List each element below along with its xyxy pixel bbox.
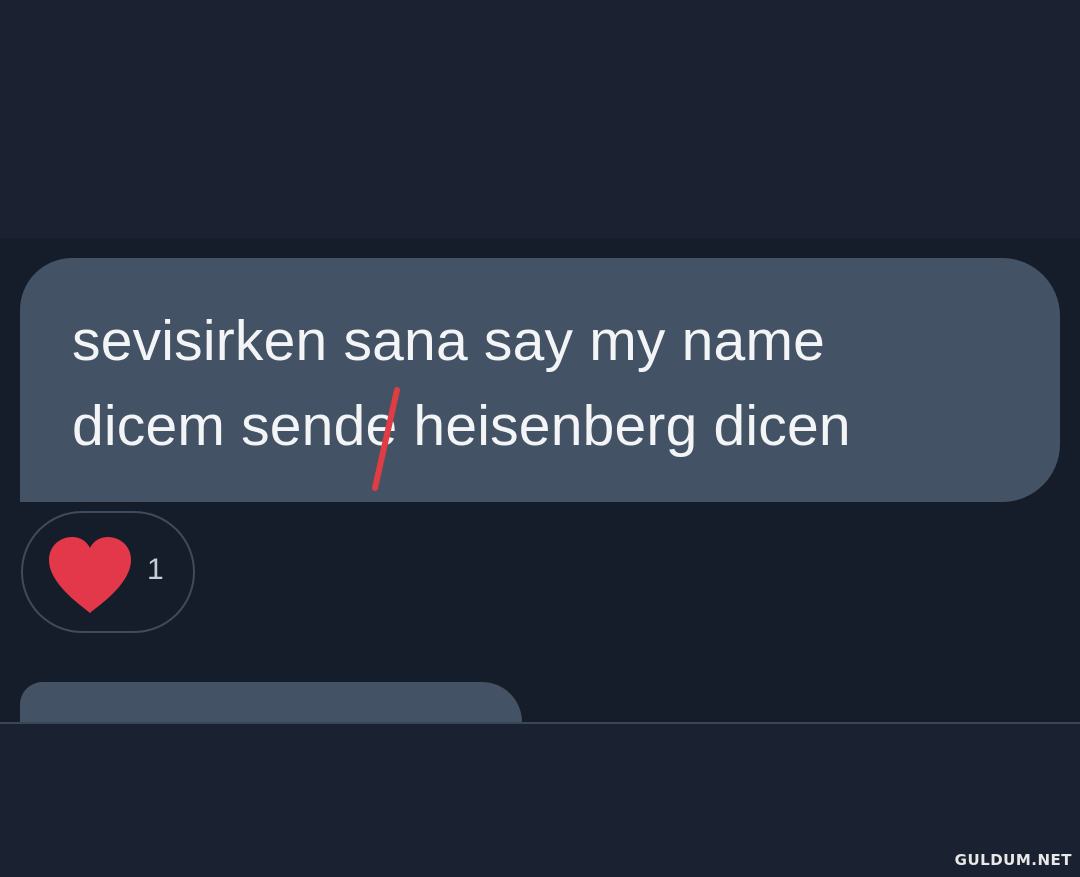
- message-bubble[interactable]: sevisirken sana say my name dicem sende …: [20, 258, 1060, 502]
- message-line-2: dicem sende heisenberg dicen: [72, 394, 851, 458]
- watermark: GULDUM.NET: [954, 851, 1072, 869]
- red-strike-mark: [372, 387, 400, 491]
- reaction-pill[interactable]: 1: [21, 511, 195, 633]
- heart-icon: [49, 537, 131, 613]
- bottom-area: [0, 722, 1080, 877]
- message-line-1: sevisirken sana say my name: [72, 309, 826, 373]
- top-area: [0, 0, 1080, 238]
- next-message-bubble[interactable]: [20, 682, 522, 722]
- reaction-count: 1: [147, 553, 164, 586]
